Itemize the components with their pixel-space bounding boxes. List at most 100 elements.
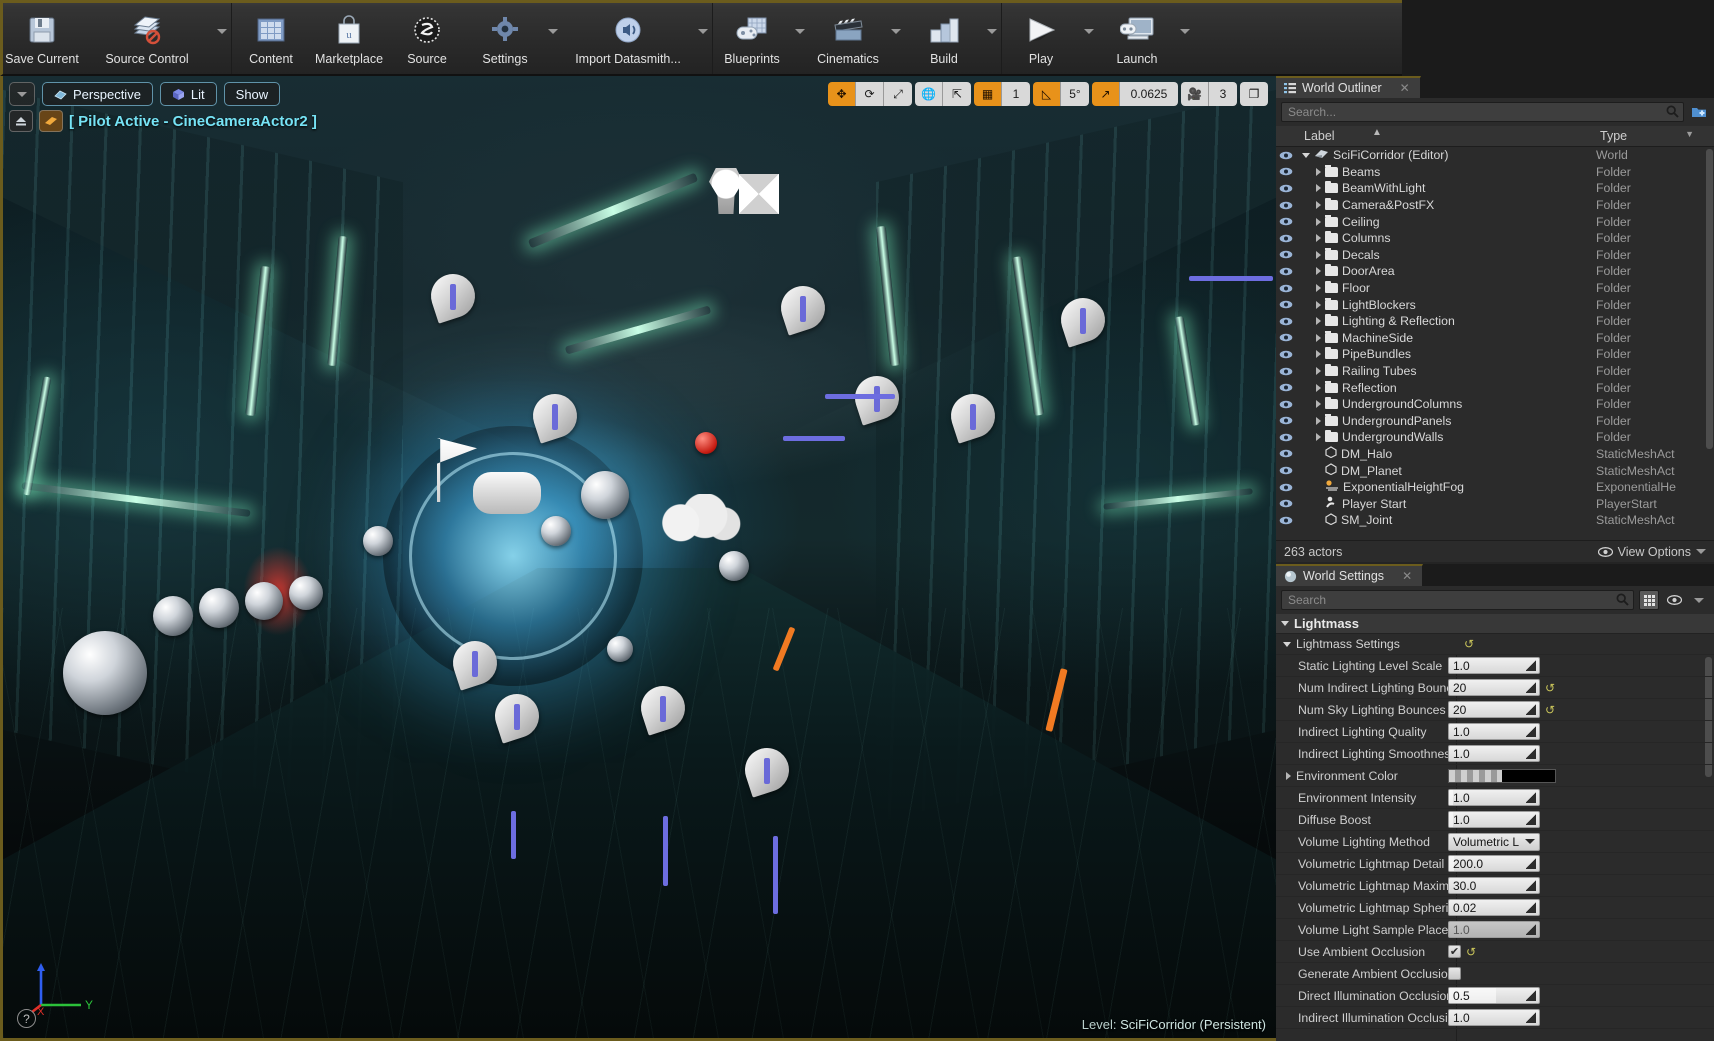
spinner-icon[interactable]: [1526, 924, 1536, 936]
viewport-grid-snap-value[interactable]: 1: [1002, 82, 1030, 106]
viewport-scale-snap-toggle[interactable]: ↗: [1092, 82, 1120, 106]
toolbar-button-blueprints[interactable]: Blueprints: [713, 3, 791, 74]
visibility-eye-icon[interactable]: [1276, 483, 1296, 492]
viewport-camera-speed-icon[interactable]: 🎥: [1181, 82, 1209, 106]
tab-world-outliner[interactable]: World Outliner ✕: [1276, 76, 1421, 98]
scene-sphere-widget[interactable]: [719, 551, 749, 581]
outliner-row[interactable]: Beams Folder: [1276, 164, 1714, 181]
toolbar-dropdown-play[interactable]: [1080, 3, 1098, 74]
viewport-camera-speed-value[interactable]: 3: [1209, 82, 1237, 106]
toolbar-dropdown-build[interactable]: [983, 3, 1001, 74]
viewport-camera-type-button[interactable]: Perspective: [42, 82, 153, 106]
chevron-down-icon[interactable]: [1302, 152, 1310, 158]
reset-arrow-icon[interactable]: ↺: [1545, 703, 1555, 717]
outliner-row[interactable]: Reflection Folder: [1276, 379, 1714, 396]
toolbar-button-launch[interactable]: Launch: [1098, 3, 1176, 74]
toolbar-dropdown-source-control[interactable]: [213, 3, 231, 74]
viewport-rotation-snap-toggle[interactable]: ◺: [1033, 82, 1061, 106]
checkbox[interactable]: [1448, 967, 1461, 981]
spinner-icon[interactable]: [1526, 858, 1536, 870]
scene-sphere-widget[interactable]: [607, 636, 633, 662]
scene-cone-widget[interactable]: [431, 274, 475, 318]
spinner-icon[interactable]: [1526, 880, 1536, 892]
toolbar-button-content[interactable]: Content: [232, 3, 310, 74]
toolbar-button-source[interactable]: Source: [388, 3, 466, 74]
visibility-eye-icon[interactable]: [1276, 466, 1296, 475]
gizmo-arrow-blue[interactable]: [825, 394, 895, 399]
spinner-icon[interactable]: [1526, 748, 1536, 760]
viewport-scale-mode[interactable]: ⤢: [884, 82, 912, 106]
viewport-show-menu-button[interactable]: Show: [223, 82, 281, 106]
chevron-right-icon[interactable]: [1316, 201, 1321, 210]
toolbar-button-source-control[interactable]: Source Control: [81, 3, 213, 74]
outliner-row[interactable]: DoorArea Folder: [1276, 263, 1714, 280]
toolbar-button-marketplace[interactable]: u Marketplace: [310, 3, 388, 74]
outliner-row[interactable]: MachineSide Folder: [1276, 330, 1714, 347]
visibility-eye-icon[interactable]: [1276, 433, 1296, 442]
outliner-row[interactable]: Player Start PlayerStart: [1276, 495, 1714, 512]
numeric-input[interactable]: 1.0: [1448, 789, 1540, 807]
visibility-eye-icon[interactable]: [1276, 167, 1296, 176]
spinner-icon[interactable]: [1526, 704, 1536, 716]
chevron-right-icon[interactable]: [1316, 184, 1321, 193]
spinner-icon[interactable]: [1526, 814, 1536, 826]
visibility-eye-icon[interactable]: [1276, 300, 1296, 309]
outliner-view-options-button[interactable]: View Options: [1597, 545, 1706, 559]
outliner-row[interactable]: Lighting & Reflection Folder: [1276, 313, 1714, 330]
scene-cone-widget[interactable]: [453, 641, 497, 685]
visibility-eye-icon[interactable]: [1276, 284, 1296, 293]
outliner-column-type[interactable]: Type ▼: [1596, 129, 1714, 143]
toolbar-button-save-current[interactable]: Save Current: [3, 3, 81, 74]
toolbar-button-play[interactable]: Play: [1002, 3, 1080, 74]
outliner-row[interactable]: BeamWithLight Folder: [1276, 180, 1714, 197]
pilot-actor-button[interactable]: [39, 110, 63, 132]
outliner-row[interactable]: Floor Folder: [1276, 280, 1714, 297]
numeric-input[interactable]: 200.0: [1448, 855, 1540, 873]
visibility-eye-icon[interactable]: [1276, 449, 1296, 458]
chevron-right-icon[interactable]: [1316, 317, 1321, 326]
chevron-right-icon[interactable]: [1316, 350, 1321, 359]
numeric-input[interactable]: 0.5: [1448, 987, 1540, 1005]
spinner-icon[interactable]: [1526, 990, 1536, 1002]
level-viewport[interactable]: Perspective Lit Show [ Pilot Active - Ci…: [0, 76, 1276, 1041]
scene-cone-widget[interactable]: [641, 686, 685, 730]
visibility-eye-icon[interactable]: [1276, 184, 1296, 193]
toolbar-button-cinematics[interactable]: Cinematics: [809, 3, 887, 74]
toolbar-dropdown-blueprints[interactable]: [791, 3, 809, 74]
chevron-right-icon[interactable]: [1316, 333, 1321, 342]
gizmo-arrow-blue[interactable]: [663, 816, 668, 886]
numeric-input[interactable]: 0.02: [1448, 899, 1540, 917]
spinner-icon[interactable]: [1526, 660, 1536, 672]
close-icon[interactable]: ✕: [1402, 569, 1412, 583]
chevron-right-icon[interactable]: [1316, 167, 1321, 176]
viewport-rotate-mode[interactable]: ⟳: [856, 82, 884, 106]
visibility-eye-icon[interactable]: [1276, 317, 1296, 326]
scene-cone-widget[interactable]: [781, 286, 825, 330]
outliner-row[interactable]: UndergroundColumns Folder: [1276, 396, 1714, 413]
spinner-icon[interactable]: [1526, 1012, 1536, 1024]
spinner-icon[interactable]: [1526, 726, 1536, 738]
chevron-right-icon[interactable]: [1316, 383, 1321, 392]
viewport-scale-snap-value[interactable]: 0.0625: [1120, 82, 1178, 106]
outliner-row[interactable]: UndergroundPanels Folder: [1276, 413, 1714, 430]
numeric-input[interactable]: 1.0: [1448, 723, 1540, 741]
viewport-rotation-snap-value[interactable]: 5°: [1061, 82, 1089, 106]
visibility-eye-icon[interactable]: [1276, 499, 1296, 508]
outliner-column-label[interactable]: Label ▲: [1276, 127, 1596, 143]
viewport-maximize-viewport[interactable]: ❐: [1240, 82, 1268, 106]
outliner-row[interactable]: PipeBundles Folder: [1276, 346, 1714, 363]
visibility-eye-icon[interactable]: [1276, 416, 1296, 425]
viewport-surface-snap-toggle[interactable]: ⇱: [943, 82, 971, 106]
spinner-icon[interactable]: [1526, 682, 1536, 694]
visibility-eye-icon[interactable]: [1276, 217, 1296, 226]
outliner-row[interactable]: SciFiCorridor (Editor) World: [1276, 147, 1714, 164]
dropdown-select[interactable]: Volumetric L: [1448, 832, 1540, 851]
scene-cloud-icon[interactable]: [655, 494, 741, 542]
outliner-row[interactable]: ExponentialHeightFog ExponentialHe: [1276, 479, 1714, 496]
world-settings-visibility-button[interactable]: [1664, 590, 1684, 610]
toolbar-button-import-datasmith[interactable]: Import Datasmith...: [562, 3, 694, 74]
scene-cone-widget[interactable]: [745, 748, 789, 792]
visibility-eye-icon[interactable]: [1276, 350, 1296, 359]
outliner-search-input[interactable]: [1281, 102, 1684, 122]
gizmo-arrow-blue[interactable]: [511, 811, 516, 859]
